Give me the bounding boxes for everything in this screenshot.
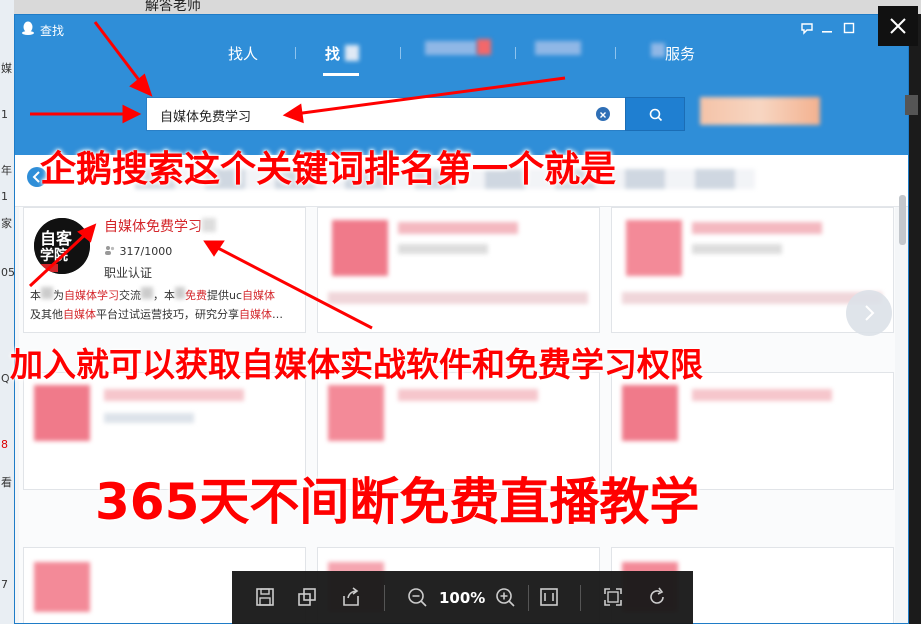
arrow-head	[203, 240, 225, 257]
share-icon[interactable]	[340, 586, 362, 608]
toolbar-separator	[384, 585, 385, 611]
toolbar-separator	[580, 585, 581, 611]
zoom-in-icon[interactable]	[494, 586, 516, 608]
screenshot: 媒 1 年 1 家 05 Q 8 看 7 解答老师 查找 找人 找 服务 自媒体…	[0, 0, 921, 624]
arrow-to-result	[213, 244, 373, 330]
arrow-head	[129, 73, 153, 97]
toolbar-separator	[528, 585, 529, 611]
image-viewer-toolbar: 100%	[232, 571, 693, 624]
fit-screen-icon[interactable]	[602, 586, 624, 608]
copy-icon[interactable]	[296, 586, 318, 608]
arrow-head	[282, 103, 304, 124]
annotation-headline-1: 企鹅搜索这个关键词排名第一个就是	[40, 149, 617, 190]
arrow-to-search-right	[294, 76, 566, 116]
zoom-out-icon[interactable]	[406, 586, 428, 608]
arrow-to-avatar	[28, 230, 90, 288]
rotate-icon[interactable]	[646, 586, 668, 608]
arrow-head	[122, 104, 142, 124]
annotation-headline-2: 加入就可以获取自媒体实战软件和免费学习权限	[10, 345, 703, 384]
save-icon[interactable]	[254, 586, 276, 608]
original-size-icon[interactable]	[538, 586, 560, 608]
annotation-headline-3: 365天不间断免费直播教学	[95, 473, 700, 531]
zoom-level: 100%	[439, 589, 486, 607]
arrow-to-search	[93, 21, 147, 89]
